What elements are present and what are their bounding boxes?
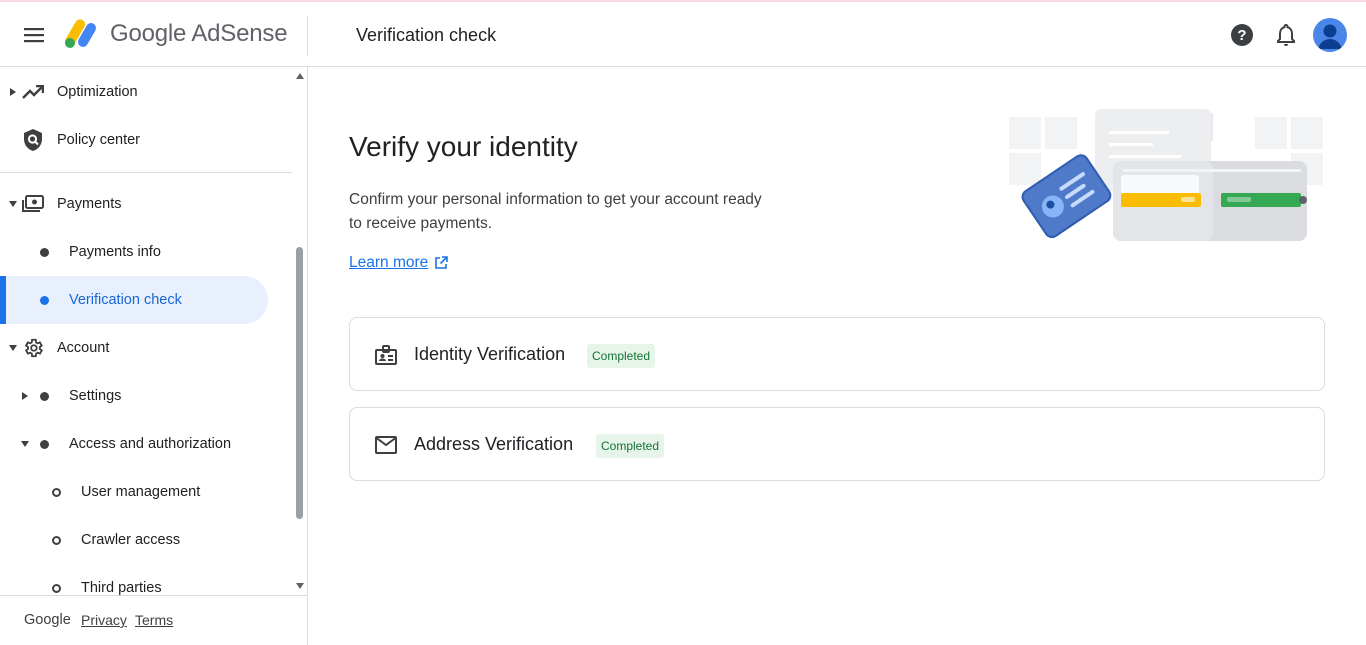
shield-icon — [21, 128, 45, 152]
active-indicator — [0, 276, 6, 324]
help-icon[interactable]: ? — [1229, 22, 1255, 48]
sidebar-item-label: Settings — [69, 388, 122, 404]
sidebar-item-user-management[interactable]: User management — [0, 468, 292, 516]
mail-icon — [374, 433, 398, 457]
page-description: Confirm your personal information to get… — [349, 191, 762, 232]
address-verification-card[interactable]: Address Verification Completed — [349, 407, 1325, 481]
payments-icon — [21, 192, 45, 216]
status-badge: Completed — [587, 344, 656, 368]
sidebar-divider — [0, 172, 292, 173]
bullet-outline-icon — [52, 487, 61, 497]
gear-icon — [21, 336, 45, 360]
sidebar-item-verification-check[interactable]: Verification check — [0, 276, 292, 324]
sidebar-item-label: Payments info — [69, 244, 161, 260]
privacy-link[interactable]: Privacy — [81, 612, 127, 628]
card-title: Address Verification — [414, 434, 574, 454]
bullet-icon — [40, 295, 49, 305]
sidebar-item-access-authorization[interactable]: Access and authorization — [0, 420, 292, 468]
sidebar-item-payments[interactable]: Payments — [0, 180, 292, 228]
card-title: Identity Verification — [414, 344, 566, 364]
scroll-up-icon[interactable] — [295, 71, 305, 81]
brand-name: Google AdSense — [110, 20, 288, 47]
bullet-icon — [40, 391, 49, 401]
bullet-icon — [40, 247, 49, 257]
open-in-new-icon — [435, 256, 449, 269]
avatar[interactable] — [1313, 18, 1347, 52]
adsense-logo[interactable] — [64, 16, 102, 50]
main-content: Verify your identity Confirm your person… — [309, 67, 1366, 645]
sidebar-item-payments-info[interactable]: Payments info — [0, 228, 292, 276]
sidebar-item-label: Account — [57, 340, 110, 356]
sidebar-item-label: Third parties — [81, 580, 162, 595]
header-divider — [307, 16, 308, 56]
caret-down-icon[interactable] — [8, 343, 18, 353]
terms-link[interactable]: Terms — [135, 612, 173, 628]
bullet-icon — [40, 439, 49, 449]
status-badge: Completed — [596, 434, 665, 458]
page-heading: Verify your identity — [349, 131, 578, 162]
sidebar-item-settings[interactable]: Settings — [0, 372, 292, 420]
scroll-thumb[interactable] — [296, 247, 303, 519]
footer-google: Google — [24, 612, 71, 628]
sidebar: Optimization Policy center Payments Paym… — [0, 67, 308, 645]
svg-text:?: ? — [1237, 27, 1246, 44]
sidebar-footer: Google Privacy Terms — [0, 595, 307, 645]
sidebar-item-account[interactable]: Account — [0, 324, 292, 372]
scroll-down-icon[interactable] — [295, 581, 305, 591]
verification-illustration — [1005, 105, 1329, 247]
notifications-icon[interactable] — [1273, 22, 1299, 48]
app-header: Google AdSense Verification check ? — [0, 2, 1366, 67]
sidebar-item-third-parties[interactable]: Third parties — [0, 564, 292, 595]
sidebar-item-label: Policy center — [57, 132, 141, 148]
sidebar-item-label: Crawler access — [81, 532, 181, 548]
sidebar-item-policy-center[interactable]: Policy center — [0, 116, 292, 164]
learn-more-link[interactable]: Learn more — [349, 254, 449, 272]
caret-right-icon[interactable] — [8, 87, 18, 97]
trending-up-icon — [21, 80, 45, 104]
sidebar-item-label: Access and authorization — [69, 436, 232, 452]
bullet-outline-icon — [52, 583, 61, 593]
page-title: Verification check — [356, 25, 497, 45]
bullet-outline-icon — [52, 535, 61, 545]
menu-icon[interactable] — [20, 21, 48, 49]
sidebar-item-label: Optimization — [57, 84, 138, 100]
caret-down-icon[interactable] — [20, 439, 30, 449]
sidebar-item-label: User management — [81, 484, 201, 500]
sidebar-item-label: Payments — [57, 196, 122, 212]
sidebar-item-label: Verification check — [69, 292, 182, 308]
sidebar-scrollbar[interactable] — [292, 67, 308, 595]
caret-down-icon[interactable] — [8, 199, 18, 209]
identity-verification-card[interactable]: Identity Verification Completed — [349, 317, 1325, 391]
sidebar-nav: Optimization Policy center Payments Paym… — [0, 67, 292, 595]
learn-more-label: Learn more — [349, 254, 429, 271]
sidebar-item-crawler-access[interactable]: Crawler access — [0, 516, 292, 564]
caret-right-icon[interactable] — [20, 391, 30, 401]
badge-icon — [374, 343, 398, 367]
sidebar-item-optimization[interactable]: Optimization — [0, 68, 292, 116]
